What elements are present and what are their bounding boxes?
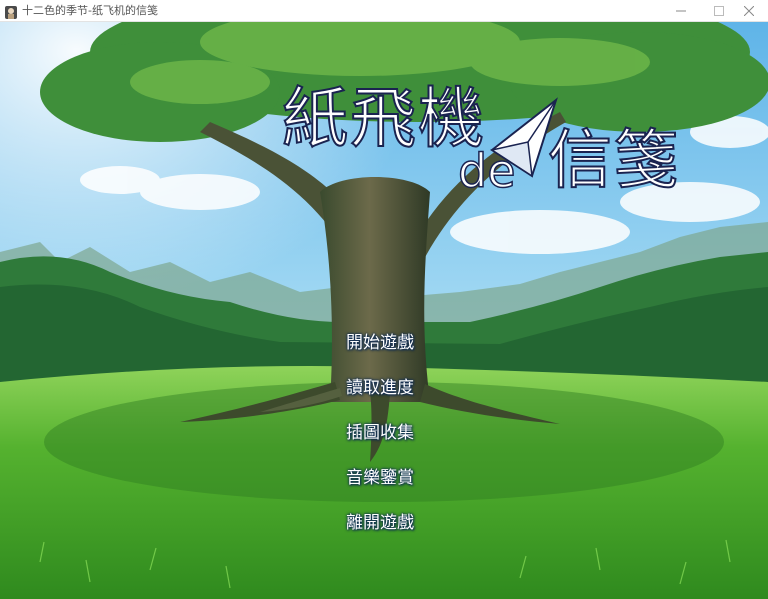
title-bar: 十二色的季节-纸飞机的信笺 (0, 0, 768, 22)
menu-start-game[interactable]: 開始遊戲 (320, 328, 440, 358)
title-screen: 紙飛機 de 信箋 開始遊戲 讀取進度 插圖收集 音樂鑒賞 離開遊戲 (0, 22, 768, 599)
logo-title-sub: 信箋 (547, 124, 680, 198)
menu-gallery[interactable]: 插圖收集 (320, 418, 440, 448)
logo-title-main: 紙飛機 (281, 80, 486, 157)
logo-title-de: de (457, 144, 516, 198)
menu-music[interactable]: 音樂鑒賞 (320, 463, 440, 493)
menu-exit-game[interactable]: 離開遊戲 (320, 508, 440, 538)
maximize-icon (714, 6, 724, 16)
close-icon (744, 6, 754, 16)
game-logo: 紙飛機 de 信箋 (270, 80, 700, 240)
menu-load-game[interactable]: 讀取進度 (320, 373, 440, 403)
game-app-icon (5, 4, 17, 19)
minimize-icon (676, 10, 686, 12)
game-window: 十二色的季节-纸飞机的信笺 紙飛機 de 信箋 開始遊戲 讀取進度 插圖收集 音… (0, 0, 768, 599)
close-button[interactable] (730, 0, 768, 22)
window-title: 十二色的季节-纸飞机的信笺 (22, 4, 158, 17)
minimize-button[interactable] (662, 0, 702, 22)
